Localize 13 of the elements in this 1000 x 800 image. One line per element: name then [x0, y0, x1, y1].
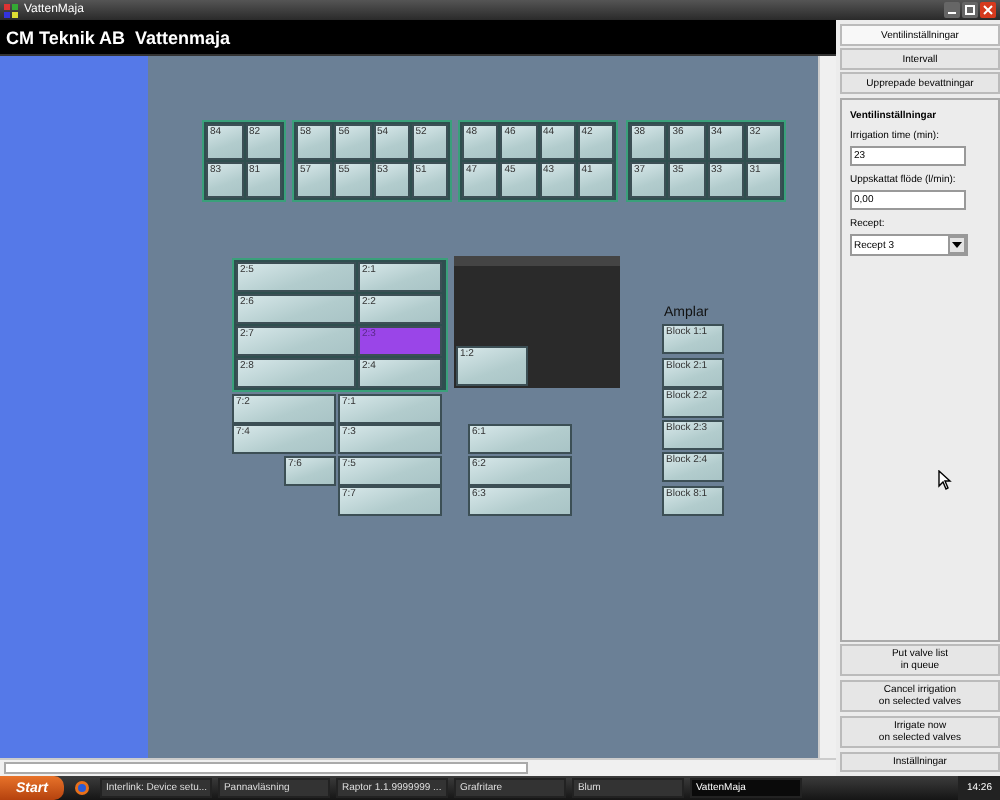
caret-icon [952, 242, 962, 248]
app-title: CM Teknik AB Vattenmaja [6, 27, 231, 47]
vertical-scrollbar[interactable] [818, 56, 836, 758]
mouse-cursor-icon [938, 470, 952, 490]
browser-icon[interactable] [73, 780, 90, 796]
horizontal-scrollbar[interactable] [0, 758, 836, 776]
maximize-button[interactable] [962, 2, 978, 18]
minimize-button[interactable] [944, 2, 960, 18]
dropdown-button[interactable] [948, 236, 966, 254]
app-icon [4, 3, 18, 17]
maximize-icon [964, 4, 976, 16]
close-icon [982, 4, 994, 16]
close-button[interactable] [980, 2, 996, 18]
